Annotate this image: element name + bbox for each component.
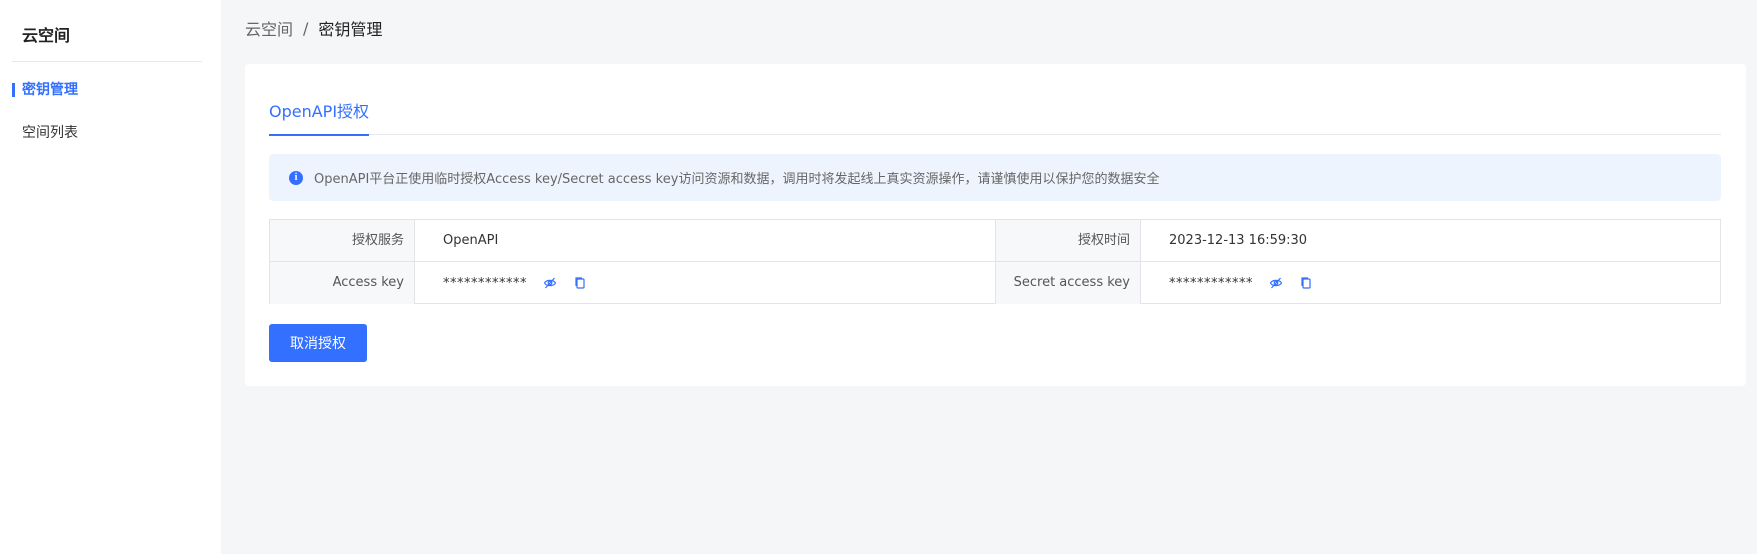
- sidebar-item-key-management[interactable]: 密钥管理: [12, 78, 78, 102]
- copy-icon[interactable]: [1299, 276, 1313, 290]
- service-value: OpenAPI: [415, 220, 996, 261]
- auth-info-table: 授权服务 OpenAPI 授权时间 2023-12-13 16:59:30 Ac…: [269, 219, 1721, 304]
- sidebar-item-space-list[interactable]: 空间列表: [12, 121, 78, 145]
- eye-hidden-icon[interactable]: [1269, 276, 1283, 290]
- secret-key-masked: ************: [1169, 275, 1253, 291]
- sidebar-divider: [12, 61, 202, 62]
- table-row: 授权服务 OpenAPI 授权时间 2023-12-13 16:59:30: [270, 220, 1720, 262]
- main-card: OpenAPI授权 i OpenAPI平台正使用临时授权Access key/S…: [245, 64, 1746, 386]
- eye-hidden-icon[interactable]: [543, 276, 557, 290]
- copy-icon[interactable]: [573, 276, 587, 290]
- access-key-masked: ************: [443, 275, 527, 291]
- secret-key-label: Secret access key: [996, 262, 1141, 304]
- time-value: 2023-12-13 16:59:30: [1141, 220, 1720, 261]
- info-icon: i: [289, 170, 303, 185]
- tab-openapi-auth[interactable]: OpenAPI授权: [269, 94, 370, 136]
- time-label: 授权时间: [996, 220, 1141, 261]
- breadcrumb-separator: /: [303, 18, 309, 38]
- breadcrumb-current: 密钥管理: [318, 20, 383, 39]
- alert-text: OpenAPI平台正使用临时授权Access key/Secret access…: [314, 172, 1160, 187]
- sidebar: 云空间 密钥管理 空间列表: [0, 0, 221, 554]
- revoke-authorization-button[interactable]: 取消授权: [269, 324, 367, 362]
- time-value-text: 2023-12-13 16:59:30: [1169, 233, 1308, 248]
- breadcrumb-root[interactable]: 云空间: [245, 16, 293, 40]
- info-alert: i OpenAPI平台正使用临时授权Access key/Secret acce…: [269, 154, 1721, 201]
- sidebar-title: 云空间: [22, 26, 71, 45]
- tab-bar: OpenAPI授权: [269, 94, 1721, 136]
- secret-key-value: ************: [1141, 262, 1720, 304]
- access-key-label: Access key: [270, 262, 415, 304]
- service-value-text: OpenAPI: [443, 233, 499, 248]
- service-label: 授权服务: [270, 220, 415, 261]
- table-row: Access key ************ Secret access ke…: [270, 262, 1720, 304]
- breadcrumb: 云空间 / 密钥管理: [245, 16, 382, 40]
- access-key-value: ************: [415, 262, 996, 304]
